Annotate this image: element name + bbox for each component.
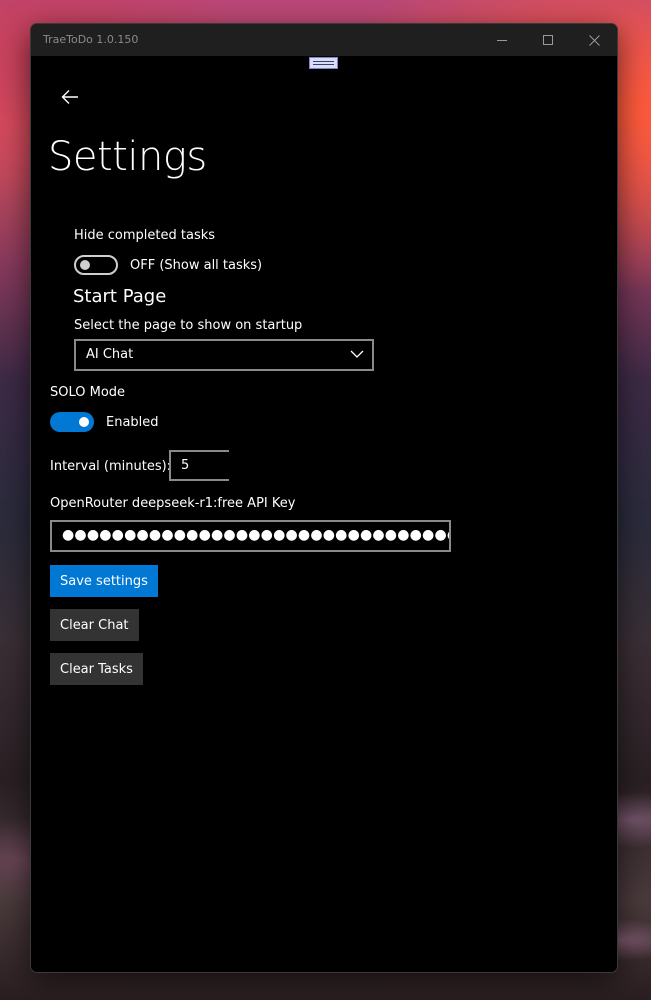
back-arrow-icon <box>61 90 78 104</box>
interval-label: Interval (minutes): <box>50 459 172 474</box>
save-settings-button[interactable]: Save settings <box>50 565 158 597</box>
solo-mode-toggle[interactable] <box>50 412 94 432</box>
close-icon <box>588 34 600 46</box>
start-page-selected: AI Chat <box>86 347 134 362</box>
start-page-dropdown[interactable]: AI Chat <box>74 339 374 371</box>
maximize-button[interactable] <box>525 24 571 56</box>
api-key-label: OpenRouter deepseek-r1:free API Key <box>50 496 296 511</box>
hide-completed-toggle[interactable] <box>74 255 118 275</box>
drag-handle-icon[interactable] <box>309 57 338 69</box>
interval-input[interactable]: 5 <box>169 450 229 481</box>
start-page-heading: Start Page <box>73 286 167 307</box>
back-button[interactable] <box>55 82 85 112</box>
start-page-label: Select the page to show on startup <box>74 318 303 333</box>
hide-completed-state: OFF (Show all tasks) <box>130 258 263 273</box>
api-key-password-field[interactable]: ●●●●●●●●●●●●●●●●●●●●●●●●●●●●●●●●●●●●●●●●… <box>50 520 451 552</box>
toggle-knob <box>80 260 90 270</box>
minimize-button[interactable] <box>479 24 525 56</box>
toggle-knob <box>79 417 89 427</box>
window-title: TraeToDo 1.0.150 <box>43 33 139 46</box>
solo-mode-label: SOLO Mode <box>50 385 126 400</box>
solo-mode-state: Enabled <box>106 415 159 430</box>
clear-chat-button[interactable]: Clear Chat <box>50 609 139 641</box>
chevron-down-icon <box>350 350 364 358</box>
title-bar[interactable]: TraeToDo 1.0.150 <box>31 24 617 56</box>
page-title: Settings <box>48 134 207 180</box>
minimize-icon <box>497 39 507 41</box>
maximize-icon <box>543 35 553 45</box>
clear-tasks-button[interactable]: Clear Tasks <box>50 653 143 685</box>
hide-completed-label: Hide completed tasks <box>74 228 216 243</box>
app-window: TraeToDo 1.0.150 Settings Hide completed… <box>30 23 618 973</box>
close-button[interactable] <box>571 24 617 56</box>
